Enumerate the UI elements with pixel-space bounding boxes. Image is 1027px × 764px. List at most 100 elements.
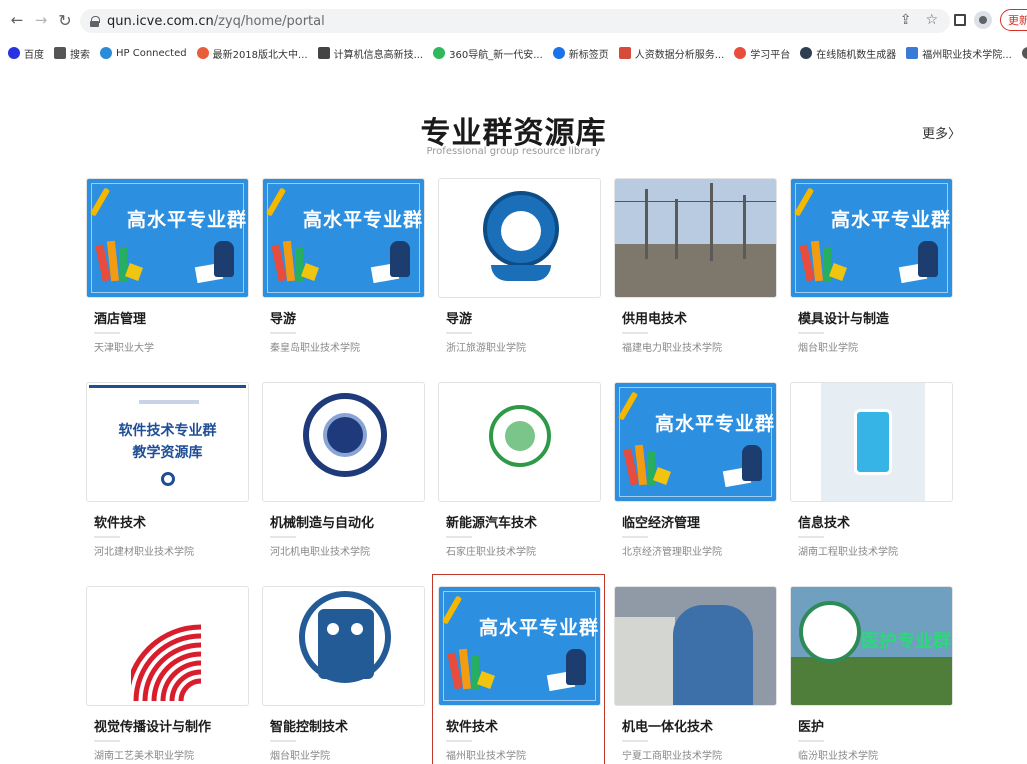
resource-card[interactable]: 供用电技术 福建电力职业技术学院 (614, 178, 777, 354)
card-title[interactable]: 软件技术 (94, 512, 249, 531)
card-thumbnail[interactable]: 高水平专业群 (262, 178, 425, 298)
card-title[interactable]: 导游 (446, 308, 601, 327)
bookmark-item[interactable]: 360导航_新一代安... (433, 46, 543, 61)
card-thumbnail[interactable] (262, 382, 425, 502)
resource-card[interactable]: 机械制造与自动化 河北机电职业技术学院 (262, 382, 425, 558)
photo-sky (615, 179, 776, 244)
card-thumbnail[interactable]: 医护专业群 (790, 586, 953, 706)
card-title[interactable]: 智能控制技术 (270, 716, 425, 735)
card-title[interactable]: 酒店管理 (94, 308, 249, 327)
card-school: 烟台职业学院 (798, 343, 858, 354)
bookmark-item[interactable]: 在线随机数生成器 (800, 46, 896, 61)
card-divider (798, 536, 824, 538)
bookmark-item[interactable]: 福州职业技术学院... (906, 46, 1012, 61)
bookmark-favicon-icon (8, 47, 20, 59)
card-thumbnail[interactable] (790, 382, 953, 502)
bookmark-item[interactable]: HP Connected (100, 47, 187, 59)
more-link-label: 更多 (922, 127, 949, 142)
bookmark-item[interactable]: 计算机信息高新技... (317, 46, 423, 61)
card-divider (446, 332, 472, 334)
card-title[interactable]: 供用电技术 (622, 308, 777, 327)
share-icon[interactable]: ⇪ (900, 12, 912, 28)
resource-card[interactable]: 智能控制技术 烟台职业学院 (262, 586, 425, 762)
bookmark-label: 学习平台 (750, 49, 791, 61)
address-bar[interactable]: qun.icve.com.cn/zyq/home/portal ⇪ ☆ (80, 9, 950, 33)
resource-card[interactable]: 高水平专业群模具设计与制造烟台职业学院 (790, 178, 953, 354)
card-divider (622, 740, 648, 742)
card-title[interactable]: 模具设计与制造 (798, 308, 953, 327)
card-title[interactable]: 导游 (270, 308, 425, 327)
student-figure-icon (214, 241, 234, 277)
card-thumbnail[interactable] (438, 382, 601, 502)
card-title[interactable]: 机电一体化技术 (622, 716, 777, 735)
bookmark-favicon-icon (1021, 47, 1027, 59)
card-title[interactable]: 临空经济管理 (622, 512, 777, 531)
resource-card[interactable]: 医护专业群 医护 临汾职业技术学院 (790, 586, 953, 762)
lock-icon (90, 15, 100, 27)
star-icon[interactable]: ☆ (925, 12, 938, 28)
resource-card[interactable]: 信息技术湖南工程职业技术学院 (790, 382, 953, 558)
card-thumbnail[interactable]: 软件技术专业群 教学资源库 (86, 382, 249, 502)
banner-text: 高水平专业群 (127, 209, 248, 231)
card-title[interactable]: 新能源汽车技术 (446, 512, 601, 531)
card-title[interactable]: 机械制造与自动化 (270, 512, 425, 531)
bookmark-favicon-icon (734, 47, 747, 59)
bookmark-item[interactable]: 搜索 (54, 46, 90, 61)
bookmark-label: 新标签页 (568, 49, 609, 61)
bookmark-item[interactable]: 新标签页 (552, 46, 609, 61)
card-thumbnail[interactable] (438, 178, 601, 298)
bookmark-item[interactable]: 学习平台 (734, 46, 790, 61)
card-title[interactable]: 视觉传播设计与制作 (94, 716, 249, 735)
side-panel-icon[interactable] (954, 14, 966, 26)
card-school: 湖南工艺美术职业学院 (94, 751, 194, 762)
card-thumbnail[interactable] (614, 178, 777, 298)
smartphone-icon (854, 409, 892, 475)
resource-card[interactable]: 软件技术专业群 教学资源库 软件技术 河北建材职业技术学院 (86, 382, 249, 558)
card-thumbnail[interactable]: 高水平专业群 (86, 178, 249, 298)
student-figure-icon (742, 445, 762, 481)
profile-avatar-icon[interactable] (974, 11, 992, 29)
bookmark-label: 在线随机数生成器 (816, 49, 897, 61)
banner-text: 高水平专业群 (831, 209, 952, 231)
card-thumbnail[interactable]: 高水平专业群 (614, 382, 777, 502)
card-school: 天津职业大学 (94, 343, 154, 354)
card-divider (270, 332, 296, 334)
resource-card[interactable]: 新能源汽车技术 石家庄职业技术学院 (438, 382, 601, 558)
bookmark-favicon-icon (552, 47, 565, 59)
medical-banner-text: 医护专业群 (861, 631, 951, 652)
card-thumbnail[interactable]: 高水平专业群 (790, 178, 953, 298)
more-link[interactable]: 更多〉 (922, 123, 961, 142)
forward-arrow-icon[interactable]: → (30, 9, 52, 31)
resource-card[interactable]: 机电一体化技术 宁夏工商职业技术学院 (614, 586, 777, 762)
card-divider (94, 332, 120, 334)
resource-card[interactable]: 高水平专业群临空经济管理北京经济管理职业学院 (614, 382, 777, 558)
card-thumbnail[interactable] (262, 586, 425, 706)
red-stripes-logo-icon (131, 624, 201, 701)
robot-eye-icon (351, 623, 363, 635)
bookmarks-bar: 百度 搜索 HP Connected 最新2018版北大中... 计算机信息高新技...… (0, 40, 1027, 66)
bookmark-item[interactable]: 最新2018版北大中... (196, 46, 308, 61)
card-title[interactable]: 医护 (798, 716, 953, 735)
bookmark-item[interactable]: 人资数据分析服务... (618, 46, 724, 61)
bookmark-item[interactable]: 新标签页 (1021, 46, 1027, 61)
resource-card[interactable]: 视觉传播设计与制作湖南工艺美术职业学院 (86, 586, 249, 762)
resource-card[interactable]: 高水平专业群酒店管理天津职业大学 (86, 178, 249, 354)
resource-card[interactable]: 高水平专业群 导游 秦皇岛职业技术学院 (262, 178, 425, 354)
card-thumbnail[interactable] (86, 586, 249, 706)
bookmark-item[interactable]: 百度 (8, 46, 44, 61)
bookmark-favicon-icon (618, 47, 631, 59)
card-divider (270, 740, 296, 742)
card-title[interactable]: 信息技术 (798, 512, 953, 531)
card-school: 湖南工程职业技术学院 (798, 547, 898, 558)
reload-icon[interactable]: ↻ (54, 9, 76, 31)
card-thumbnail[interactable] (614, 586, 777, 706)
bookmark-favicon-icon (800, 47, 813, 59)
card-divider (798, 332, 824, 334)
update-button[interactable]: 更新 (1000, 9, 1027, 31)
cover-logo-icon (161, 472, 175, 486)
bookmark-favicon-icon (100, 47, 112, 59)
resource-card[interactable]: 导游 浙江旅游职业学院 (438, 178, 601, 354)
back-arrow-icon[interactable]: ← (6, 9, 28, 31)
student-figure-icon (918, 241, 938, 277)
card-school: 北京经济管理职业学院 (622, 547, 722, 558)
